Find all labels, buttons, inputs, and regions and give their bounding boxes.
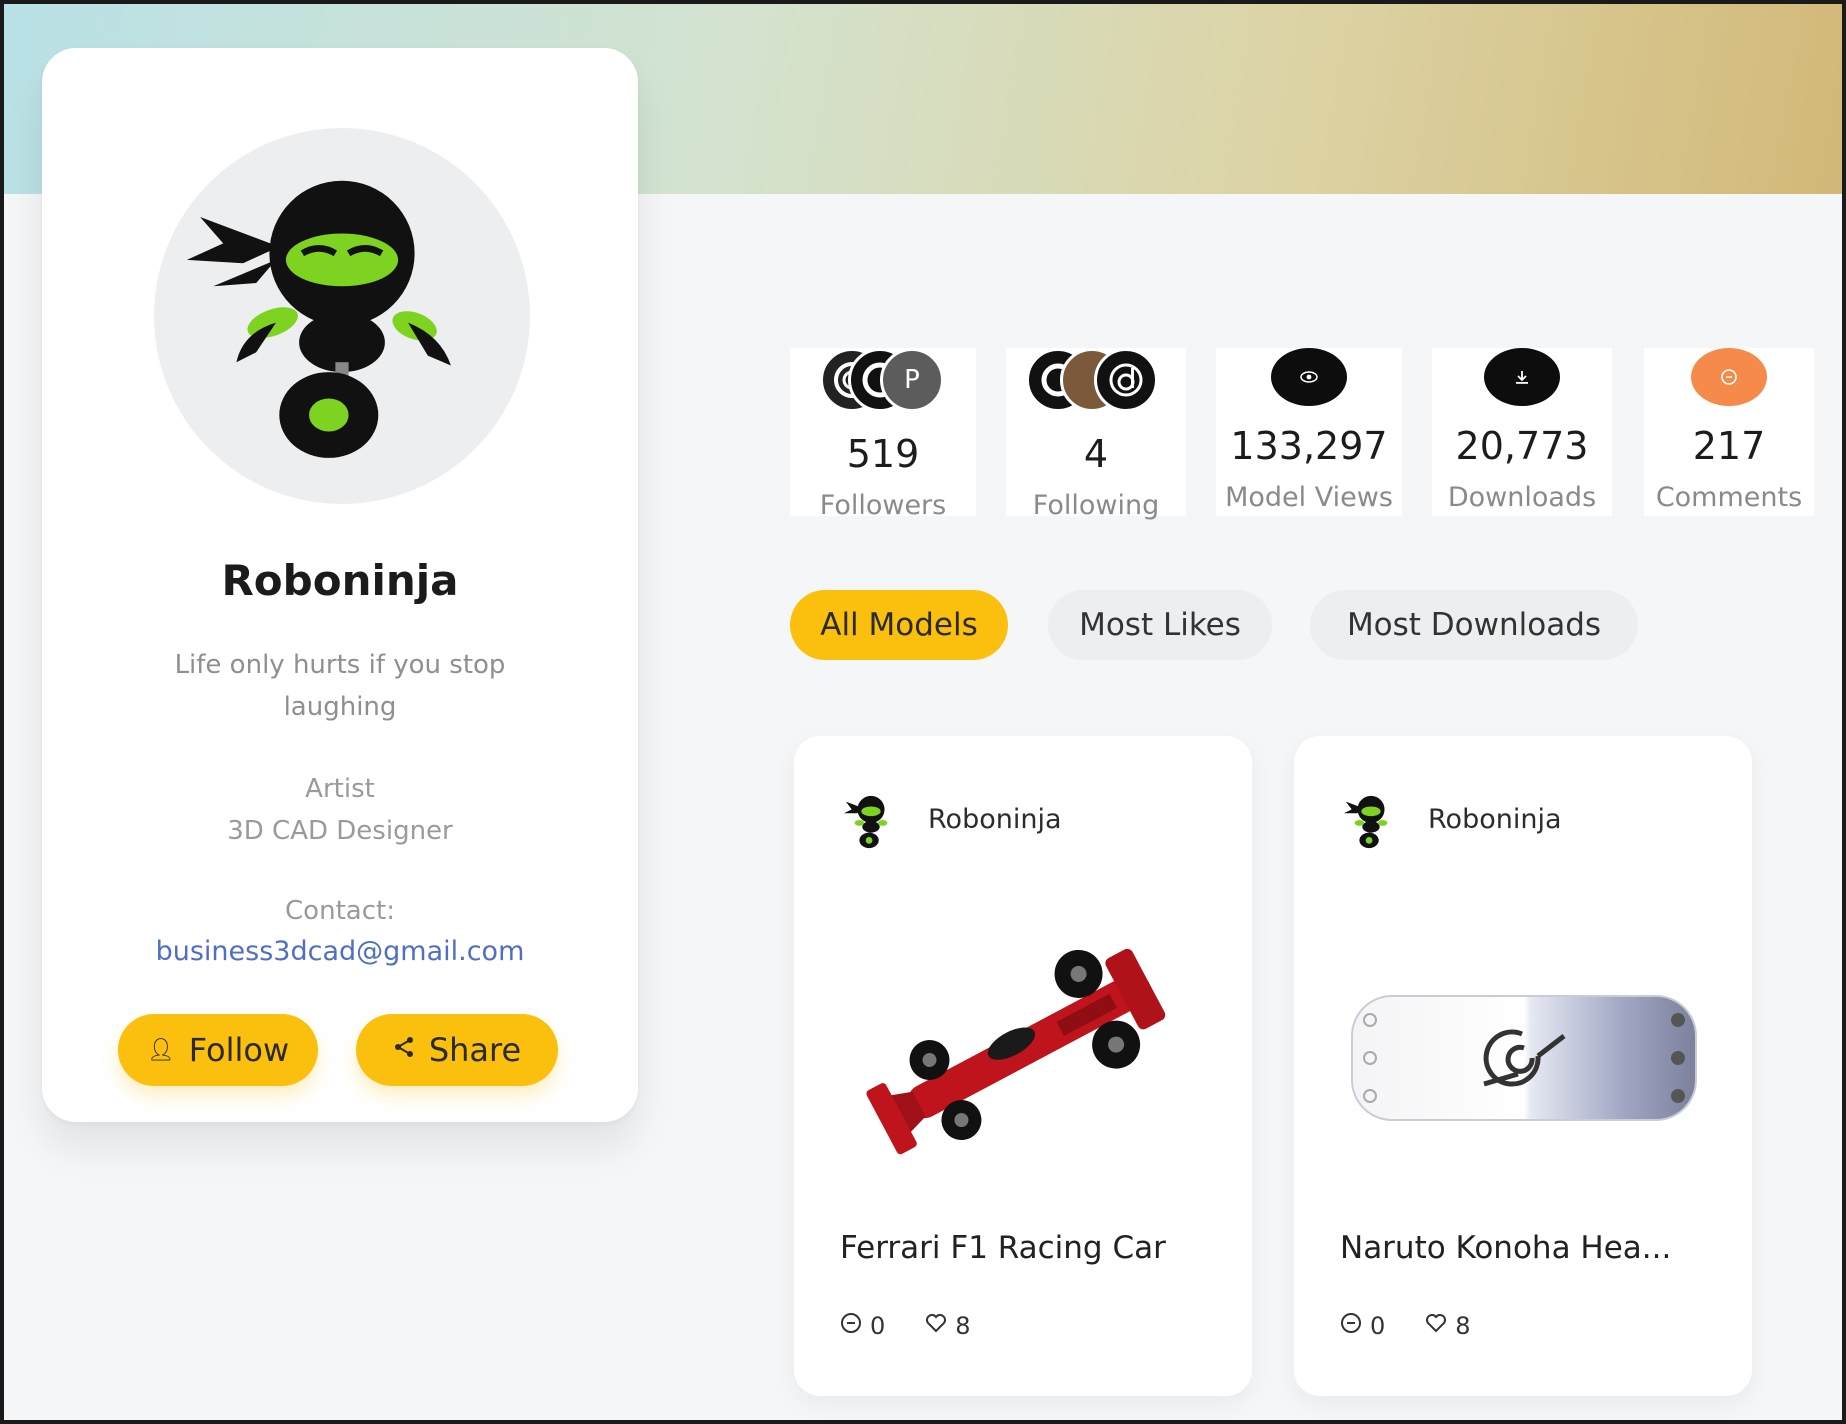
profile-card: Roboninja Life only hurts if you stop la… bbox=[42, 48, 638, 1122]
comment-icon bbox=[1340, 1312, 1362, 1340]
comment-icon bbox=[840, 1312, 862, 1340]
contact-label: Contact: bbox=[285, 896, 395, 926]
views-count: 133,297 bbox=[1230, 424, 1388, 468]
card-comments: 0 bbox=[840, 1312, 885, 1340]
card-comment-count: 0 bbox=[870, 1312, 886, 1340]
tab-most-likes[interactable]: Most Likes bbox=[1048, 590, 1272, 660]
model-card[interactable]: Roboninja Naruto Konoha Hea... 0 8 bbox=[1294, 736, 1752, 1396]
card-comment-count: 0 bbox=[1370, 1312, 1386, 1340]
card-author-name[interactable]: Roboninja bbox=[928, 804, 1062, 835]
downloads-count: 20,773 bbox=[1455, 424, 1589, 468]
views-stat: 133,297 Model Views bbox=[1216, 348, 1402, 516]
model-card[interactable]: Roboninja Ferrari F1 Racing Car 0 8 bbox=[794, 736, 1252, 1396]
avatar bbox=[154, 128, 530, 504]
heart-icon bbox=[1425, 1312, 1447, 1340]
comment-icon bbox=[1691, 348, 1767, 406]
follow-button[interactable]: 👤︎ Follow bbox=[118, 1014, 318, 1086]
card-like-count: 8 bbox=[1455, 1312, 1471, 1340]
card-meta: 0 8 bbox=[1340, 1312, 1471, 1340]
views-label: Model Views bbox=[1225, 482, 1393, 513]
follower-avatar-letter: P bbox=[880, 348, 944, 412]
following-stat[interactable]: 4 Following bbox=[1006, 348, 1186, 521]
author-avatar bbox=[1343, 795, 1388, 849]
profile-name: Roboninja bbox=[221, 556, 459, 605]
follower-avatars: P bbox=[820, 348, 950, 412]
contact-email-link[interactable]: business3dcad@gmail.com bbox=[42, 936, 638, 967]
followers-stat[interactable]: P 519 Followers bbox=[790, 348, 976, 521]
share-button[interactable]: Share bbox=[356, 1014, 558, 1086]
following-label: Following bbox=[1032, 490, 1160, 521]
card-comments: 0 bbox=[1340, 1312, 1385, 1340]
card-like-count: 8 bbox=[955, 1312, 971, 1340]
eye-icon bbox=[1271, 348, 1347, 406]
comments-count: 217 bbox=[1692, 424, 1766, 468]
comments-stat: 217 Comments bbox=[1644, 348, 1814, 516]
share-icon bbox=[393, 1036, 415, 1064]
role-label: Artist bbox=[305, 774, 375, 804]
user-icon: 👤︎ bbox=[146, 1037, 175, 1063]
role-value: 3D CAD Designer bbox=[227, 816, 453, 846]
card-title[interactable]: Ferrari F1 Racing Car bbox=[840, 1230, 1212, 1266]
tab-most-downloads[interactable]: Most Downloads bbox=[1310, 590, 1638, 660]
follow-label: Follow bbox=[188, 1031, 290, 1069]
followers-count: 519 bbox=[846, 432, 920, 476]
ninja-robot-icon bbox=[186, 180, 451, 458]
card-author-name[interactable]: Roboninja bbox=[1428, 804, 1562, 835]
headband-thumbnail bbox=[1351, 995, 1697, 1121]
card-likes[interactable]: 8 bbox=[1425, 1312, 1471, 1340]
share-label: Share bbox=[428, 1031, 522, 1069]
page-frame: Roboninja Life only hurts if you stop la… bbox=[0, 0, 1846, 1424]
downloads-stat: 20,773 Downloads bbox=[1432, 348, 1612, 516]
heart-icon bbox=[925, 1312, 947, 1340]
tab-all-models[interactable]: All Models bbox=[790, 590, 1008, 660]
download-icon bbox=[1484, 348, 1560, 406]
downloads-label: Downloads bbox=[1447, 482, 1597, 513]
comments-label: Comments bbox=[1655, 482, 1803, 513]
f1-car-thumbnail bbox=[866, 948, 1166, 1155]
followers-label: Followers bbox=[819, 490, 947, 521]
card-meta: 0 8 bbox=[840, 1312, 971, 1340]
card-likes[interactable]: 8 bbox=[925, 1312, 971, 1340]
following-avatars bbox=[1026, 348, 1166, 412]
author-avatar bbox=[843, 795, 888, 849]
following-avatar bbox=[1094, 348, 1158, 412]
card-title[interactable]: Naruto Konoha Hea... bbox=[1340, 1230, 1712, 1266]
profile-bio: Life only hurts if you stop laughing bbox=[174, 650, 506, 722]
following-count: 4 bbox=[1083, 432, 1109, 476]
